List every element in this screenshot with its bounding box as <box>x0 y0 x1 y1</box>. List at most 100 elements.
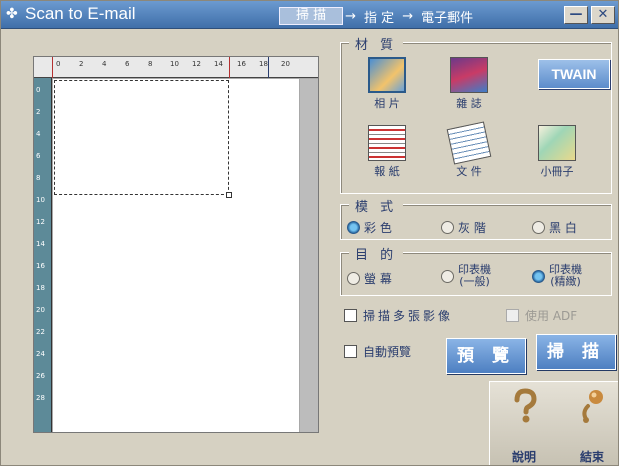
step-arrow-icon: → <box>345 8 357 24</box>
purpose-printer-normal-label: 印表機 (一般) <box>458 264 491 288</box>
radio-selected-icon <box>532 269 545 283</box>
ruler-tick: 6 <box>125 60 130 68</box>
ruler-tick: 20 <box>281 60 290 68</box>
material-document-label: 文 件 <box>456 165 482 178</box>
material-title: 材 質 <box>349 34 404 53</box>
purpose-title: 目 的 <box>349 244 404 263</box>
material-booklet[interactable]: 小冊子 <box>533 125 581 179</box>
adf-label: 使用 ADF <box>525 309 578 323</box>
app-window: ✤ Scan to E-mail 掃 描 → 指 定 → 電子郵件 — ✕ 0 … <box>0 0 619 466</box>
ruler-top: 0 2 4 6 8 10 12 14 16 18 20 <box>34 57 318 78</box>
material-photo[interactable]: 相 片 <box>363 57 411 111</box>
ruler-tick: 12 <box>192 60 201 68</box>
purpose-screen-option[interactable]: 螢 幕 <box>347 270 392 287</box>
label-line: (精緻) <box>550 275 581 288</box>
ruler-tick: 20 <box>36 306 45 314</box>
window-title: Scan to E-mail <box>25 4 136 23</box>
radio-icon <box>532 221 545 234</box>
radio-icon <box>347 272 360 285</box>
ruler-tick: 8 <box>36 174 41 182</box>
ruler-tick: 2 <box>79 60 84 68</box>
auto-preview-label: 自動預覽 <box>363 345 412 359</box>
help-icon[interactable] <box>510 388 540 424</box>
close-button[interactable]: ✕ <box>591 6 615 24</box>
ruler-tick: 14 <box>36 240 45 248</box>
material-magazine[interactable]: 雜 誌 <box>445 57 493 111</box>
ruler-tick: 24 <box>36 350 45 358</box>
material-newspaper[interactable]: 報 紙 <box>363 125 411 179</box>
ruler-tick: 10 <box>170 60 179 68</box>
mode-bw-label: 黑 白 <box>549 221 577 235</box>
radio-icon <box>441 269 454 283</box>
help-exit-panel: 說明 結束 <box>489 381 618 465</box>
preview-scrollbar[interactable] <box>300 79 318 432</box>
ruler-tick: 18 <box>36 284 45 292</box>
ruler-marker <box>52 57 53 78</box>
exit-label[interactable]: 結束 <box>580 448 604 465</box>
mode-gray-label: 灰 階 <box>458 221 486 235</box>
multi-scan-checkbox[interactable]: 掃描多張影像 <box>344 307 453 324</box>
auto-preview-checkbox[interactable]: 自動預覽 <box>344 343 411 360</box>
title-bar: ✤ Scan to E-mail 掃 描 → 指 定 → 電子郵件 — ✕ <box>1 1 618 29</box>
scan-selection-box[interactable] <box>54 80 229 195</box>
step-assign: 指 定 <box>364 10 395 26</box>
radio-selected-icon <box>347 221 360 234</box>
mode-title: 模 式 <box>349 196 404 215</box>
photo-icon <box>368 57 406 93</box>
checkbox-icon <box>506 309 519 322</box>
ruler-tick: 22 <box>36 328 45 336</box>
mode-color-option[interactable]: 彩 色 <box>347 219 392 236</box>
ruler-tick: 0 <box>56 60 61 68</box>
ruler-marker <box>268 57 269 78</box>
ruler-tick: 6 <box>36 152 41 160</box>
step-arrow-icon: → <box>402 8 414 24</box>
ruler-tick: 2 <box>36 108 41 116</box>
mode-bw-option[interactable]: 黑 白 <box>532 219 577 236</box>
step-scan: 掃 描 <box>279 7 344 25</box>
radio-icon <box>441 221 454 234</box>
preview-button[interactable]: 預 覽 <box>446 338 526 374</box>
ruler-tick: 14 <box>214 60 223 68</box>
step-indicator: 掃 描 → 指 定 → 電子郵件 <box>279 7 479 26</box>
scan-button[interactable]: 掃 描 <box>536 334 616 370</box>
help-label[interactable]: 說明 <box>512 448 536 465</box>
material-newspaper-label: 報 紙 <box>374 165 400 178</box>
ruler-tick: 16 <box>36 262 45 270</box>
material-document[interactable]: 文 件 <box>445 121 493 179</box>
minimize-button[interactable]: — <box>564 6 588 24</box>
ruler-tick: 26 <box>36 372 45 380</box>
mode-color-label: 彩 色 <box>364 221 392 235</box>
ruler-tick: 18 <box>259 60 268 68</box>
purpose-printer-normal-option[interactable]: 印表機 (一般) <box>441 264 491 288</box>
ruler-tick: 4 <box>102 60 107 68</box>
purpose-printer-fine-option[interactable]: 印表機 (精緻) <box>532 264 582 288</box>
ruler-tick: 12 <box>36 218 45 226</box>
multi-scan-label: 掃描多張影像 <box>363 309 454 323</box>
material-photo-label: 相 片 <box>374 97 400 110</box>
label-line: (一般) <box>459 275 490 288</box>
adf-checkbox[interactable]: 使用 ADF <box>506 307 577 324</box>
preview-area: 0 2 4 6 8 10 12 14 16 18 20 0 2 4 6 8 10… <box>33 56 319 433</box>
ruler-tick: 16 <box>237 60 246 68</box>
ruler-tick: 28 <box>36 394 45 402</box>
ruler-tick: 0 <box>36 86 41 94</box>
checkbox-icon <box>344 345 357 358</box>
ruler-tick: 8 <box>148 60 153 68</box>
scanner-icon: ✤ <box>6 6 18 22</box>
ruler-tick: 10 <box>36 196 45 204</box>
newspaper-icon <box>368 125 406 161</box>
material-magazine-label: 雜 誌 <box>456 97 482 110</box>
ruler-left: 0 2 4 6 8 10 12 14 16 18 20 22 24 26 28 <box>34 78 52 432</box>
document-icon <box>446 121 492 165</box>
exit-icon[interactable] <box>578 388 608 424</box>
purpose-printer-fine-label: 印表機 (精緻) <box>549 264 582 288</box>
twain-button[interactable]: TWAIN <box>538 59 610 89</box>
selection-resize-handle[interactable] <box>226 192 232 198</box>
material-booklet-label: 小冊子 <box>540 165 574 178</box>
booklet-icon <box>538 125 576 161</box>
mode-gray-option[interactable]: 灰 階 <box>441 219 486 236</box>
purpose-screen-label: 螢 幕 <box>364 272 392 286</box>
step-email: 電子郵件 <box>421 10 474 26</box>
checkbox-icon <box>344 309 357 322</box>
magazine-icon <box>450 57 488 93</box>
